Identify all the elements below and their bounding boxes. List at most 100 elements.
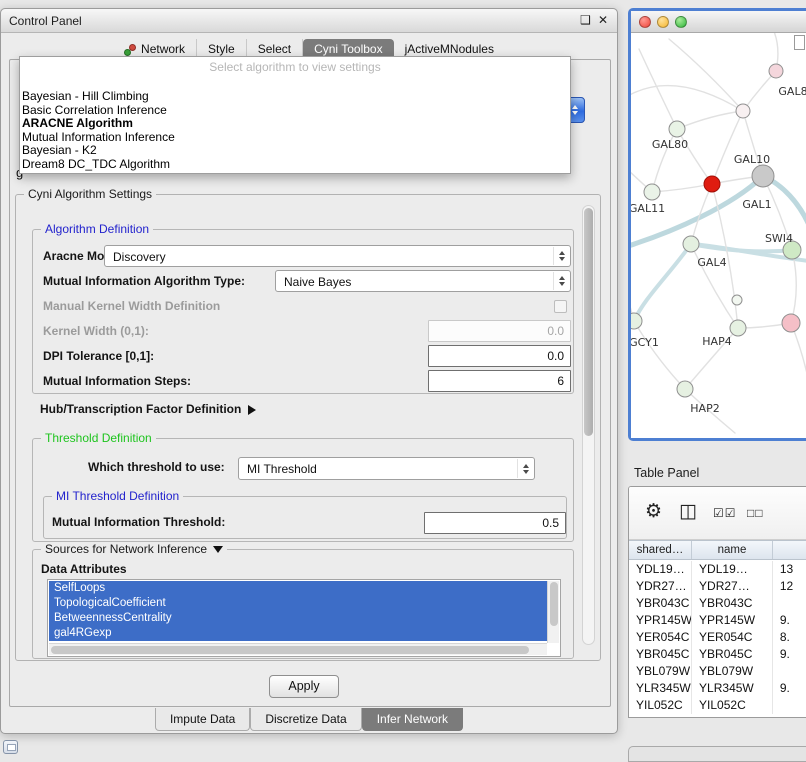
which-threshold-select[interactable]: MI Threshold	[238, 457, 535, 480]
column-header-shared[interactable]: shared…	[629, 541, 692, 559]
float-window-icon[interactable]: ❑	[580, 13, 591, 27]
list-vertical-scrollbar[interactable]	[547, 581, 559, 643]
network-window-titlebar[interactable]	[631, 11, 806, 33]
mi-algorithm-type-value: Naive Bayes	[284, 275, 351, 289]
table-row[interactable]: YBR043CYBR043C	[629, 595, 806, 612]
algorithm-option-bayesian-hill-climbing[interactable]: Bayesian - Hill Climbing	[20, 90, 570, 104]
table-cell: 12	[773, 578, 806, 595]
table-body: YDL19…YDL19…13YDR27…YDR27…12YBR043CYBR04…	[629, 561, 806, 717]
table-cell: YLR345W	[629, 680, 692, 697]
network-node[interactable]	[677, 381, 693, 397]
birdseye-toggle[interactable]	[794, 35, 805, 50]
kernel-width-input[interactable]	[428, 320, 571, 342]
network-view-window: GAL8GAL80GAL10GAL11GAL1SWI4GAL4GCY1HAP4H…	[628, 8, 806, 441]
minimize-traffic-light-icon[interactable]	[657, 16, 669, 28]
network-node[interactable]	[782, 314, 800, 332]
sources-title-text: Sources for Network Inference	[45, 542, 207, 556]
close-traffic-light-icon[interactable]	[639, 16, 651, 28]
collapse-triangle-icon[interactable]	[213, 546, 223, 553]
scrollbar-thumb[interactable]	[550, 582, 558, 626]
manual-kernel-width-label: Manual Kernel Width Definition	[43, 299, 220, 313]
mi-steps-input[interactable]	[428, 370, 571, 392]
table-row[interactable]: YDR27…YDR27…12	[629, 578, 806, 595]
node-label: GCY1	[631, 336, 659, 349]
table-row[interactable]: YIL052CYIL052C	[629, 697, 806, 714]
scrollbar-thumb[interactable]	[51, 646, 529, 654]
network-node[interactable]	[736, 104, 750, 118]
network-node[interactable]	[683, 236, 699, 252]
table-row[interactable]: YDL19…YDL19…13	[629, 561, 806, 578]
manual-kernel-checkbox[interactable]	[554, 300, 567, 313]
table-cell: YDR27…	[692, 578, 773, 595]
network-node[interactable]	[732, 295, 742, 305]
zoom-traffic-light-icon[interactable]	[675, 16, 687, 28]
algorithm-option-mutual-information-inference[interactable]: Mutual Information Inference	[20, 131, 570, 145]
mi-algorithm-type-select[interactable]: Naive Bayes	[275, 270, 571, 292]
table-cell: YBR043C	[692, 595, 773, 612]
panel-toggle-icon[interactable]	[3, 740, 18, 754]
select-all-icon[interactable]: ☑☑	[713, 506, 737, 520]
algorithm-option-bayesian-k2[interactable]: Bayesian - K2	[20, 144, 570, 158]
aracne-mode-value: Discovery	[113, 250, 166, 264]
bottom-tab-discretize-data[interactable]: Discretize Data	[250, 708, 361, 731]
column-header-name[interactable]: name	[692, 541, 773, 559]
list-horizontal-scrollbar[interactable]	[49, 643, 547, 655]
aracne-mode-select[interactable]: Discovery	[104, 245, 571, 267]
network-node[interactable]	[644, 184, 660, 200]
table-row[interactable]: YLR345WYLR345W9.	[629, 680, 806, 697]
columns-icon[interactable]: ◫	[679, 500, 697, 523]
network-edge	[631, 243, 634, 321]
table-cell: YBR045C	[692, 646, 773, 663]
mi-steps-label: Mutual Information Steps:	[43, 374, 191, 388]
network-node[interactable]	[704, 176, 720, 192]
settings-scrollbar[interactable]	[582, 205, 595, 645]
mi-threshold-input[interactable]	[424, 512, 566, 534]
attribute-item-topologicalcoefficient[interactable]: TopologicalCoefficient	[49, 596, 549, 611]
table-header-row: shared…name	[629, 540, 806, 560]
table-row[interactable]: YBL079WYBL079W	[629, 663, 806, 680]
column-header-col2[interactable]	[773, 541, 806, 559]
network-node[interactable]	[730, 320, 746, 336]
dropdown-placeholder: Select algorithm to view settings	[20, 57, 570, 77]
table-cell	[773, 697, 806, 714]
control-panel-window: Control Panel ❑ ✕ NetworkStyleSelectCyni…	[0, 8, 618, 734]
data-attributes-listbox[interactable]: SelfLoopsTopologicalCoefficientBetweenne…	[47, 579, 561, 657]
scrollbar-thumb[interactable]	[584, 208, 593, 436]
algorithm-option-dream8-dc-tdc-algorithm[interactable]: Dream8 DC_TDC Algorithm	[20, 158, 570, 172]
network-node[interactable]	[631, 313, 642, 329]
attribute-item-selfloops[interactable]: SelfLoops	[49, 581, 549, 596]
sources-group-title[interactable]: Sources for Network Inference	[41, 542, 227, 556]
network-graph[interactable]: GAL8GAL80GAL10GAL11GAL1SWI4GAL4GCY1HAP4H…	[631, 33, 806, 438]
attribute-item-gal4rgexp[interactable]: gal4RGexp	[49, 626, 549, 641]
expand-triangle-icon[interactable]	[248, 405, 256, 415]
attribute-item-betweennesscentrality[interactable]: BetweennessCentrality	[49, 611, 549, 626]
which-threshold-value: MI Threshold	[247, 462, 317, 476]
gear-icon[interactable]: ⚙	[645, 500, 662, 523]
table-cell: YPR145W	[692, 612, 773, 629]
network-node[interactable]	[769, 64, 783, 78]
table-row[interactable]: YER054CYER054C8.	[629, 629, 806, 646]
deselect-all-icon[interactable]: □□	[747, 506, 764, 520]
node-label: GAL8	[778, 85, 806, 98]
apply-button[interactable]: Apply	[269, 675, 339, 698]
control-panel-titlebar[interactable]: Control Panel ❑ ✕	[1, 9, 617, 33]
table-cell: YBL079W	[629, 663, 692, 680]
table-cell: 13	[773, 561, 806, 578]
close-icon[interactable]: ✕	[598, 13, 608, 27]
table-row[interactable]: YPR145WYPR145W9.	[629, 612, 806, 629]
table-cell	[773, 663, 806, 680]
network-canvas[interactable]: GAL8GAL80GAL10GAL11GAL1SWI4GAL4GCY1HAP4H…	[631, 33, 806, 438]
table-cell: YIL052C	[692, 697, 773, 714]
bottom-tab-infer-network[interactable]: Infer Network	[362, 708, 463, 731]
bottom-tab-impute-data[interactable]: Impute Data	[155, 708, 250, 731]
table-row[interactable]: YBR045CYBR045C9.	[629, 646, 806, 663]
algorithm-option-basic-correlation-inference[interactable]: Basic Correlation Inference	[20, 104, 570, 118]
network-node[interactable]	[752, 165, 774, 187]
table-cell: 9.	[773, 612, 806, 629]
dpi-tolerance-input[interactable]	[428, 345, 571, 367]
window-title: Control Panel	[9, 14, 82, 28]
hub-definition-toggle[interactable]: Hub/Transcription Factor Definition	[40, 402, 256, 416]
table-cell: YDL19…	[692, 561, 773, 578]
network-node[interactable]	[669, 121, 685, 137]
algorithm-option-aracne-algorithm[interactable]: ARACNE Algorithm	[20, 117, 570, 131]
